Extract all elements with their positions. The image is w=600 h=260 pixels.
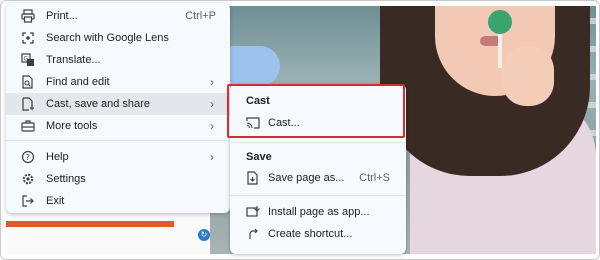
menu-item-label: Find and edit [46, 76, 110, 88]
gear-icon [20, 171, 36, 187]
submenu-item-create-shortcut[interactable]: Create shortcut... [230, 223, 406, 245]
menu-item-label: More tools [46, 120, 98, 132]
menu-item-label: Settings [46, 173, 86, 185]
menu-item-exit[interactable]: Exit [6, 190, 230, 212]
chevron-right-icon: › [210, 75, 214, 89]
menu-item-label: Exit [46, 195, 65, 207]
menu-item-label: Translate... [46, 54, 101, 66]
chevron-right-icon: › [210, 150, 214, 164]
menu-item-label: Print... [46, 10, 78, 22]
menu-item-help[interactable]: ? Help › [6, 146, 230, 168]
submenu-item-label: Install page as app... [268, 206, 370, 218]
svg-text:?: ? [26, 153, 30, 162]
menu-item-settings[interactable]: Settings [6, 168, 230, 190]
menu-item-more-tools[interactable]: More tools › [6, 115, 230, 137]
menu-item-label: Cast, save and share [46, 98, 150, 110]
shortcut-label: Ctrl+S [359, 172, 390, 184]
submenu-item-label: Create shortcut... [268, 228, 353, 240]
lens-icon [20, 30, 36, 46]
menu-item-print[interactable]: Print... Ctrl+P [6, 5, 230, 27]
page-accent-bar [6, 221, 174, 227]
menu-divider [6, 140, 230, 141]
menu-item-label: Search with Google Lens [46, 32, 169, 44]
print-icon [20, 8, 36, 24]
menu-item-label: Help [46, 151, 69, 163]
menu-item-find-and-edit[interactable]: Find and edit › [6, 71, 230, 93]
section-header-save: Save [246, 151, 272, 163]
more-tools-icon [20, 118, 36, 134]
menu-item-google-lens[interactable]: Search with Google Lens [6, 27, 230, 49]
submenu-item-save-page[interactable]: Save page as... Ctrl+S [230, 167, 406, 189]
translate-icon: G [20, 52, 36, 68]
submenu-divider [230, 142, 406, 143]
shortcut-label: Ctrl+P [185, 10, 216, 22]
chevron-right-icon: › [210, 97, 214, 111]
cast-highlight-box [227, 84, 405, 138]
exit-icon [20, 193, 36, 209]
submenu-item-label: Save page as... [268, 172, 345, 184]
page-badge-icon: ↻ [198, 229, 210, 241]
submenu-item-install-page[interactable]: Install page as app... [230, 201, 406, 223]
shortcut-arrow-icon [246, 227, 260, 241]
browser-menu: Print... Ctrl+P Search with Google Lens … [6, 3, 230, 213]
save-page-icon [246, 171, 260, 185]
menu-item-translate[interactable]: G Translate... [6, 49, 230, 71]
chevron-right-icon: › [210, 119, 214, 133]
find-edit-icon [20, 74, 36, 90]
lollipop [488, 10, 512, 34]
cast-save-share-icon [20, 96, 36, 112]
help-icon: ? [20, 149, 36, 165]
install-app-icon [246, 205, 260, 219]
submenu-divider [230, 195, 406, 196]
menu-item-cast-save-share[interactable]: Cast, save and share › [6, 93, 230, 115]
